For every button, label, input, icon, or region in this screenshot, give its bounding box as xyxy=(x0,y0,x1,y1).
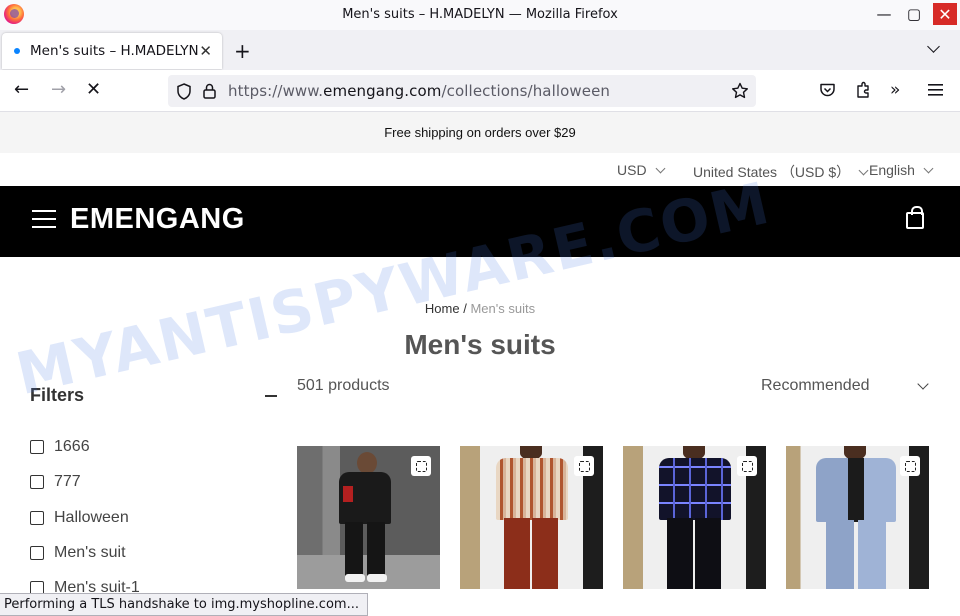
filter-option-label: 1666 xyxy=(54,438,90,455)
shopping-bag-icon[interactable] xyxy=(906,206,924,229)
address-bar[interactable]: https://www.emengang.com/collections/hal… xyxy=(168,75,756,107)
page-title: Men's suits xyxy=(404,329,556,360)
product-card[interactable] xyxy=(460,446,603,589)
url-path: /collections/halloween xyxy=(441,82,611,100)
country-label: United States （USD $） xyxy=(693,164,851,180)
quick-view-icon[interactable] xyxy=(900,456,920,476)
breadcrumb: Home / Men's suits xyxy=(0,301,960,316)
tab-active[interactable]: Men's suits – H.MADELYN ✕ xyxy=(2,33,222,69)
chevron-down-icon xyxy=(858,165,869,175)
chevron-down-icon xyxy=(927,40,940,53)
maximize-button[interactable]: ▢ xyxy=(902,3,926,25)
more-tools-icon[interactable]: » xyxy=(890,80,900,100)
url-text[interactable]: https://www.emengang.com/collections/hal… xyxy=(228,82,610,100)
forward-button[interactable]: → xyxy=(51,80,66,100)
url-domain: emengang.com xyxy=(323,82,442,100)
checkbox[interactable] xyxy=(30,546,44,560)
quick-view-icon[interactable] xyxy=(574,456,594,476)
filters-heading: Filters xyxy=(30,385,85,405)
pocket-icon[interactable] xyxy=(819,82,836,99)
chevron-down-icon[interactable] xyxy=(917,378,929,390)
back-button[interactable]: ← xyxy=(14,80,29,100)
filter-option[interactable]: 1666 xyxy=(30,438,90,456)
language-selector[interactable]: English xyxy=(869,162,934,178)
list-all-tabs-button[interactable] xyxy=(927,40,940,55)
language-label: English xyxy=(869,162,915,178)
filter-option-label: 777 xyxy=(54,473,81,490)
collapse-filters-icon[interactable] xyxy=(265,395,277,397)
product-card[interactable] xyxy=(623,446,766,589)
currency-selector[interactable]: USD xyxy=(617,162,666,178)
country-selector[interactable]: United States （USD $） xyxy=(693,162,869,182)
lock-icon[interactable] xyxy=(203,83,216,99)
product-card[interactable] xyxy=(786,446,929,589)
filter-option[interactable]: Halloween xyxy=(30,509,129,527)
filter-option-label: Halloween xyxy=(54,509,129,526)
navigation-toolbar: ← → ✕ https://www.emengang.com/collectio… xyxy=(0,70,960,112)
product-card[interactable] xyxy=(297,446,440,589)
breadcrumb-home-link[interactable]: Home xyxy=(425,301,460,316)
filter-option[interactable]: 777 xyxy=(30,473,81,491)
close-window-button[interactable]: ✕ xyxy=(933,3,957,25)
checkbox[interactable] xyxy=(30,511,44,525)
sort-dropdown[interactable]: Recommended xyxy=(761,377,870,395)
store-logo[interactable]: EMENGANG xyxy=(70,203,245,236)
breadcrumb-current: Men's suits xyxy=(470,301,536,316)
tab-label: Men's suits – H.MADELYN xyxy=(30,43,198,59)
checkbox[interactable] xyxy=(30,440,44,454)
web-page: Free shipping on orders over $29 USD Uni… xyxy=(0,112,960,616)
new-tab-button[interactable]: + xyxy=(234,39,251,63)
bookmark-star-icon[interactable] xyxy=(731,82,749,100)
filter-option[interactable]: Men's suit xyxy=(30,544,126,562)
breadcrumb-separator: / xyxy=(463,301,467,316)
title-bar: Men's suits – H.MADELYN — Mozilla Firefo… xyxy=(0,0,960,30)
tab-bar: Men's suits – H.MADELYN ✕ xyxy=(0,30,960,70)
currency-label: USD xyxy=(617,162,647,178)
browser-window: Men's suits – H.MADELYN — Mozilla Firefo… xyxy=(0,0,960,616)
window-title: Men's suits – H.MADELYN — Mozilla Firefo… xyxy=(342,7,618,22)
quick-view-icon[interactable] xyxy=(737,456,757,476)
status-bar: Performing a TLS handshake to img.myshop… xyxy=(0,593,368,616)
checkbox[interactable] xyxy=(30,475,44,489)
site-header: EMENGANG xyxy=(0,186,960,257)
minimize-button[interactable]: — xyxy=(872,3,896,25)
menu-hamburger-icon[interactable] xyxy=(32,210,56,228)
filter-option-label: Men's suit xyxy=(54,544,126,561)
app-menu-icon[interactable] xyxy=(928,83,943,97)
chevron-down-icon xyxy=(923,163,934,173)
tracking-protection-shield-icon[interactable] xyxy=(176,83,192,100)
chevron-down-icon xyxy=(655,163,666,173)
stop-loading-button[interactable]: ✕ xyxy=(86,80,101,100)
locale-selector-row: USD United States （USD $） English xyxy=(0,153,960,186)
announcement-bar: Free shipping on orders over $29 xyxy=(0,112,960,153)
loading-indicator-icon xyxy=(14,48,20,54)
close-tab-icon[interactable]: ✕ xyxy=(199,42,212,60)
extensions-puzzle-icon[interactable] xyxy=(855,81,872,99)
quick-view-icon[interactable] xyxy=(411,456,431,476)
product-count: 501 products xyxy=(297,377,390,394)
url-prefix: https://www. xyxy=(228,82,324,100)
